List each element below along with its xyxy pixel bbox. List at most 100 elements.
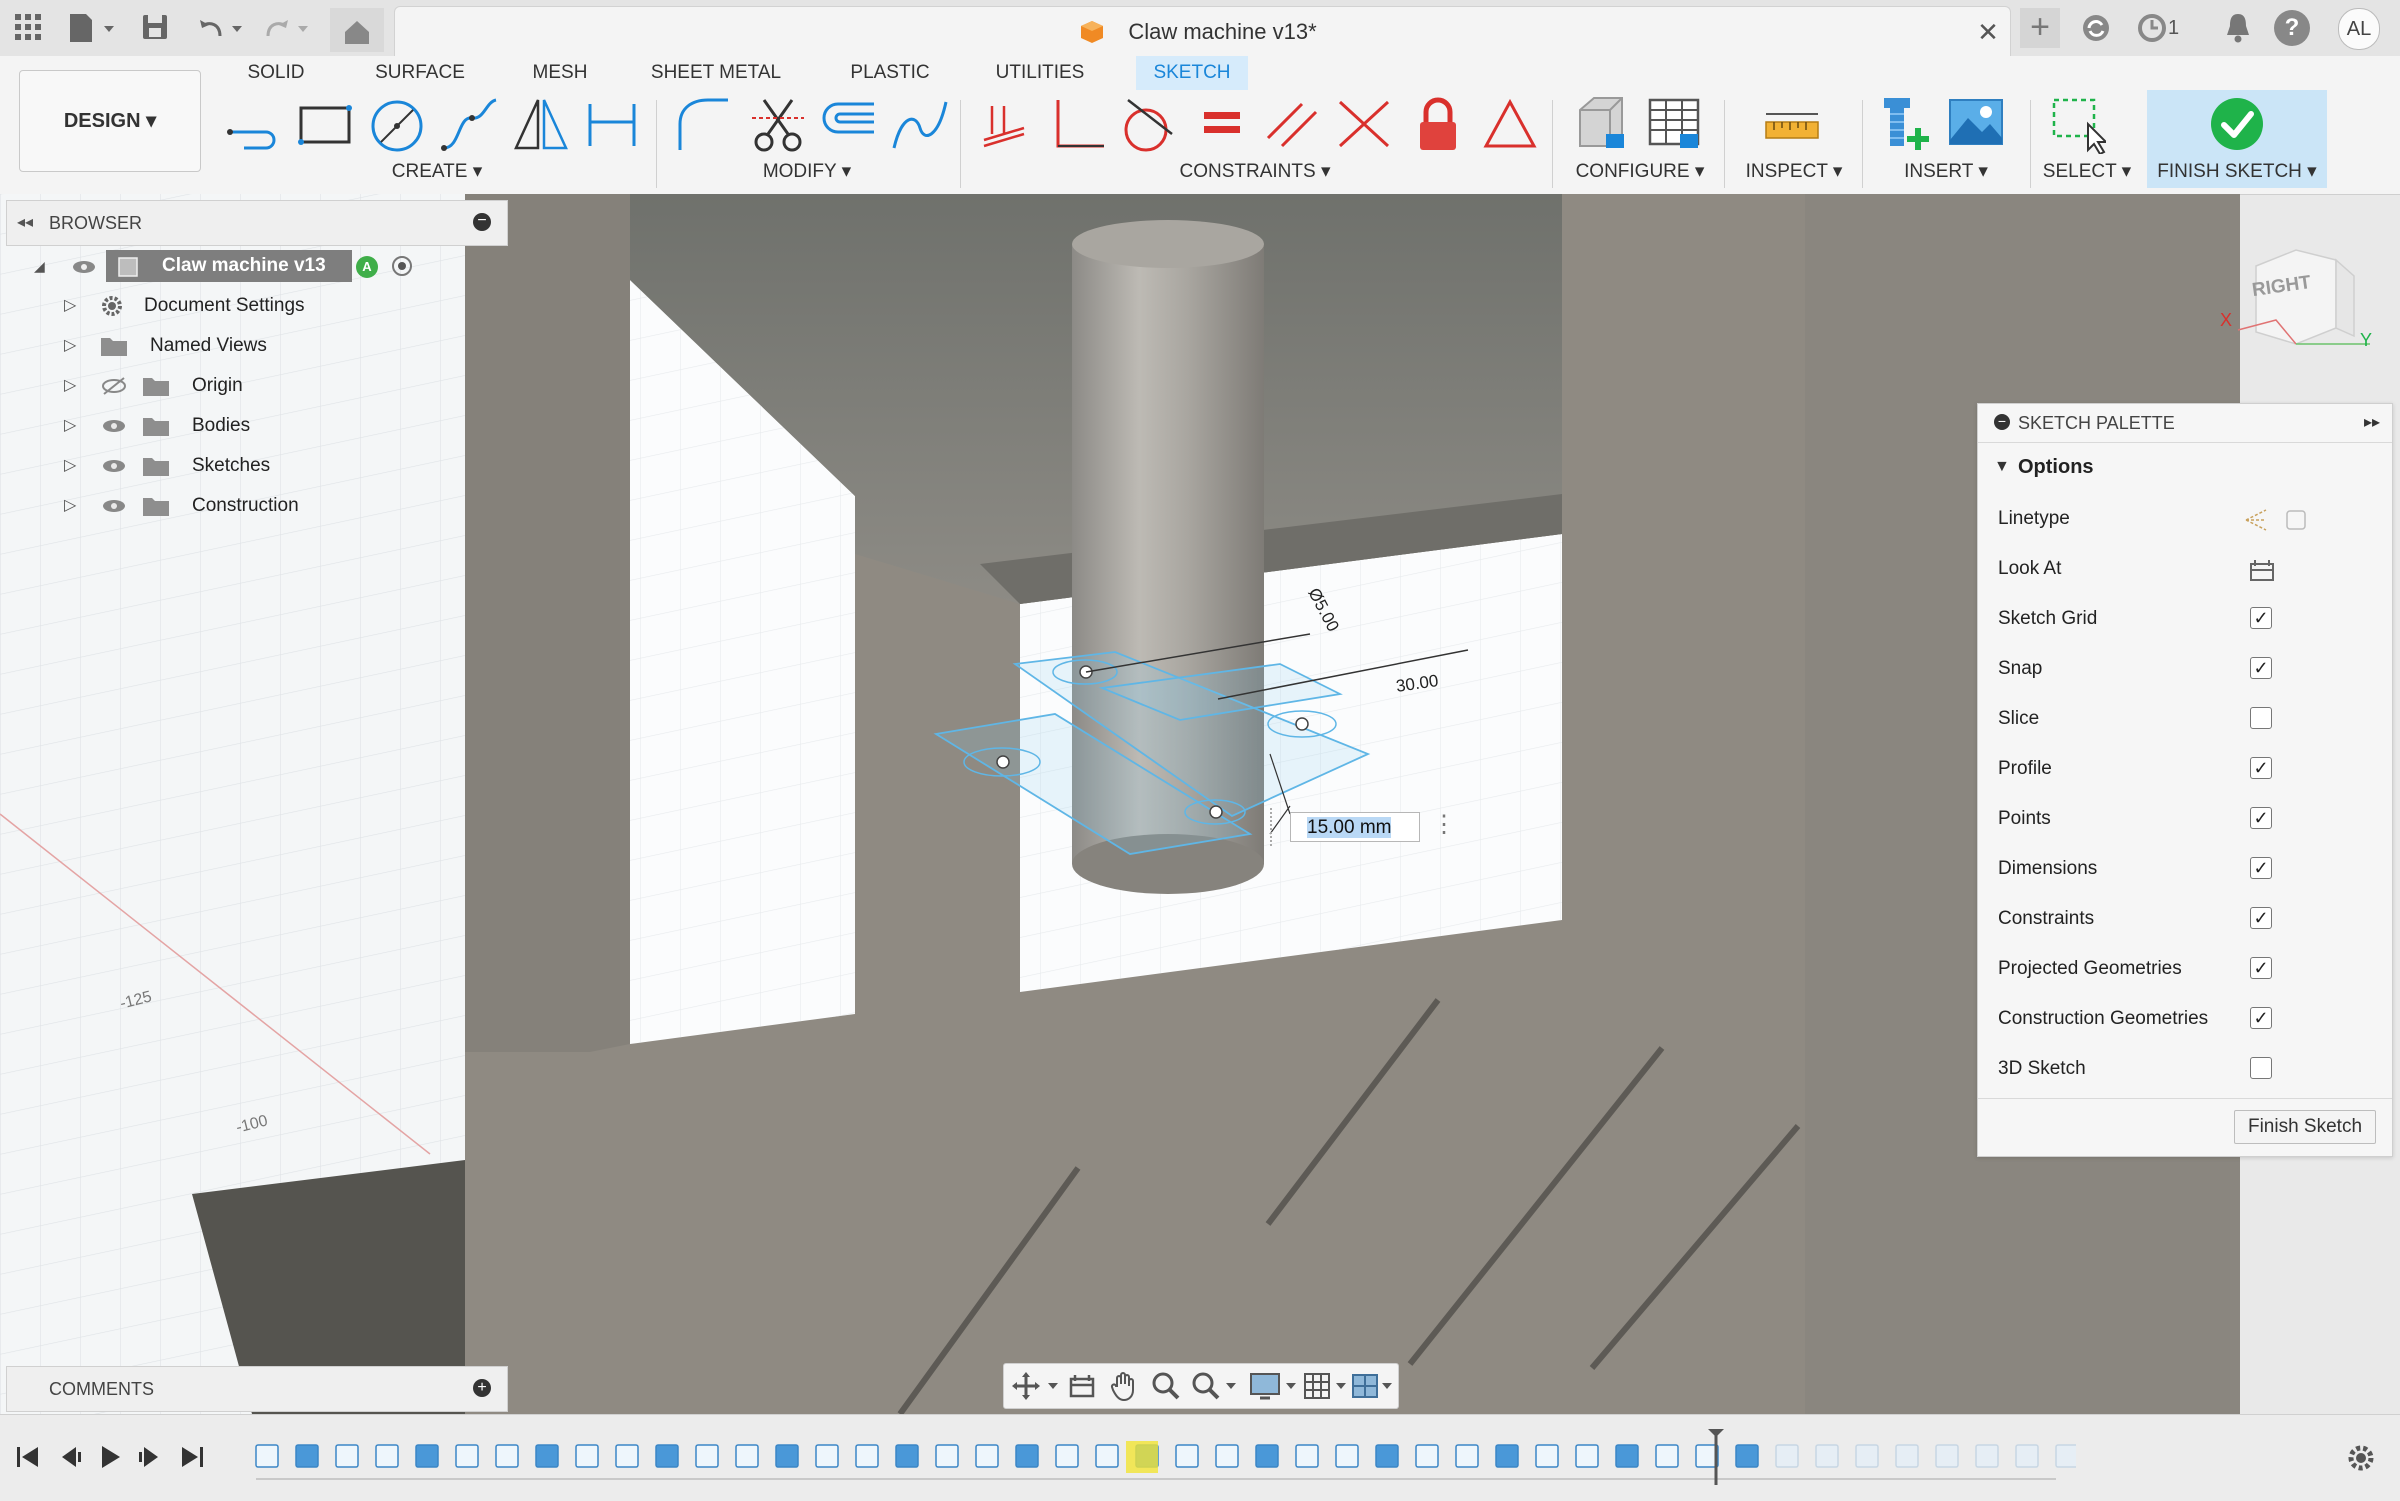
- user-avatar[interactable]: AL: [2338, 8, 2380, 50]
- circle-tool-icon[interactable]: [367, 94, 427, 154]
- tree-item-named-views[interactable]: ▷ Named Views: [0, 326, 500, 366]
- slice-checkbox[interactable]: [2250, 707, 2272, 729]
- pan-icon[interactable]: [1108, 1370, 1140, 1402]
- play-icon[interactable]: [96, 1443, 124, 1471]
- timeline-feature-icon[interactable]: [1815, 1444, 1839, 1468]
- timeline-feature-icon[interactable]: [1015, 1444, 1039, 1468]
- timeline-feature-icon[interactable]: [935, 1444, 959, 1468]
- timeline-feature-icon[interactable]: [575, 1444, 599, 1468]
- timeline-feature-icon[interactable]: [495, 1444, 519, 1468]
- tab-sketch[interactable]: SKETCH: [1136, 56, 1248, 90]
- construction-linetype-icon[interactable]: [2242, 506, 2270, 534]
- activate-radio-icon[interactable]: [392, 256, 412, 276]
- tab-mesh[interactable]: MESH: [520, 56, 600, 90]
- palette-expand-icon[interactable]: ▸▸: [2364, 404, 2380, 442]
- projected-geometries-checkbox[interactable]: ✓: [2250, 957, 2272, 979]
- timeline-feature-icon[interactable]: [615, 1444, 639, 1468]
- timeline-feature-icon[interactable]: [1335, 1444, 1359, 1468]
- orbit-icon[interactable]: [1010, 1370, 1060, 1402]
- mirror-tool-icon[interactable]: [510, 94, 570, 154]
- timeline-feature-icon[interactable]: [1375, 1444, 1399, 1468]
- timeline-feature-icon[interactable]: [1295, 1444, 1319, 1468]
- redo-icon[interactable]: [262, 12, 314, 44]
- timeline-feature-icon[interactable]: [1975, 1444, 1999, 1468]
- timeline-feature-icon[interactable]: [655, 1444, 679, 1468]
- timeline-feature-icon[interactable]: [415, 1444, 439, 1468]
- document-tab[interactable]: Claw machine v13* ✕: [394, 6, 2011, 57]
- timeline-feature-icon[interactable]: [1095, 1444, 1119, 1468]
- view-cube[interactable]: RIGHT X Y: [2220, 236, 2376, 356]
- select-window-icon[interactable]: [2046, 94, 2109, 156]
- home-icon[interactable]: [330, 8, 384, 52]
- insert-canvas-icon[interactable]: [1946, 94, 2006, 154]
- grid-settings-icon[interactable]: [1302, 1370, 1350, 1402]
- look-at-icon[interactable]: [2248, 556, 2276, 584]
- coincident-constraint-icon[interactable]: [978, 94, 1038, 154]
- input-options-icon[interactable]: ⋮: [1432, 812, 1456, 842]
- dimension-input[interactable]: 15.00 mm: [1290, 812, 1420, 842]
- timeline-feature-icon[interactable]: [2055, 1444, 2076, 1468]
- timeline-feature-icon[interactable]: [1055, 1444, 1079, 1468]
- timeline-feature-icon[interactable]: [1735, 1444, 1759, 1468]
- timeline-feature-icon[interactable]: [815, 1444, 839, 1468]
- root-label[interactable]: Claw machine v13: [162, 246, 326, 286]
- finish-sketch-button[interactable]: FINISH SKETCH ▾: [2147, 90, 2327, 188]
- timeline-feature-icon[interactable]: [735, 1444, 759, 1468]
- viewports-icon[interactable]: [1350, 1370, 1396, 1402]
- timeline-feature-icon[interactable]: [375, 1444, 399, 1468]
- tab-sheet-metal[interactable]: SHEET METAL: [648, 56, 784, 90]
- constraints-checkbox[interactable]: ✓: [2250, 907, 2272, 929]
- spline-tool-icon[interactable]: [440, 94, 500, 154]
- save-icon[interactable]: [140, 12, 170, 44]
- snap-checkbox[interactable]: ✓: [2250, 657, 2272, 679]
- timeline-feature-icon[interactable]: [1615, 1444, 1639, 1468]
- perpendicular-constraint-icon[interactable]: [1048, 94, 1108, 154]
- fix-constraint-icon[interactable]: [1408, 94, 1468, 154]
- timeline-feature-icon[interactable]: [895, 1444, 919, 1468]
- insert-mcmaster-icon[interactable]: [1876, 94, 1936, 154]
- timeline-feature-icon[interactable]: [2015, 1444, 2039, 1468]
- timeline-feature-icon[interactable]: [1775, 1444, 1799, 1468]
- dimension-tool-icon[interactable]: [582, 94, 642, 154]
- timeline-feature-icon[interactable]: [255, 1444, 279, 1468]
- create-menu[interactable]: CREATE ▾: [372, 158, 502, 186]
- browser-pin-icon[interactable]: −: [473, 213, 491, 231]
- tab-solid[interactable]: SOLID: [236, 56, 316, 90]
- tree-root[interactable]: ◢ Claw machine v13 A: [0, 246, 500, 286]
- expand-right-icon[interactable]: ▷: [64, 366, 76, 406]
- comments-panel[interactable]: COMMENTS +: [6, 1366, 508, 1412]
- timeline-feature-icon[interactable]: [1215, 1444, 1239, 1468]
- look-at-icon[interactable]: [1066, 1370, 1098, 1402]
- undo-icon[interactable]: [196, 12, 248, 44]
- line-tool-icon[interactable]: [222, 94, 282, 154]
- timeline-feature-icon[interactable]: [695, 1444, 719, 1468]
- centerline-linetype-icon[interactable]: [2282, 506, 2310, 534]
- sketch-grid-checkbox[interactable]: ✓: [2250, 607, 2272, 629]
- expand-down-icon[interactable]: ◢: [34, 246, 45, 286]
- expand-right-icon[interactable]: ▷: [64, 326, 76, 366]
- finish-sketch-palette-button[interactable]: Finish Sketch: [2234, 1110, 2376, 1144]
- timeline-feature-icon[interactable]: [335, 1444, 359, 1468]
- configure-table-icon[interactable]: [1644, 94, 1704, 154]
- configure-menu[interactable]: CONFIGURE ▾: [1570, 158, 1710, 186]
- expand-right-icon[interactable]: ▷: [64, 286, 76, 326]
- go-to-start-icon[interactable]: [14, 1443, 42, 1471]
- timeline-feature-icon[interactable]: [1655, 1444, 1679, 1468]
- zoom-window-icon[interactable]: [1190, 1370, 1240, 1402]
- inspect-menu[interactable]: INSPECT ▾: [1738, 158, 1850, 186]
- tab-plastic[interactable]: PLASTIC: [840, 56, 940, 90]
- insert-menu[interactable]: INSERT ▾: [1886, 158, 2006, 186]
- modify-menu[interactable]: MODIFY ▾: [742, 158, 872, 186]
- help-icon[interactable]: ?: [2274, 10, 2310, 46]
- tab-surface[interactable]: SURFACE: [370, 56, 470, 90]
- offset-tool-icon[interactable]: [818, 94, 878, 154]
- equal-constraint-icon[interactable]: [1192, 94, 1252, 154]
- expand-right-icon[interactable]: ▷: [64, 406, 76, 446]
- expand-right-icon[interactable]: ▷: [64, 486, 76, 526]
- curve-tool-icon[interactable]: [890, 94, 950, 154]
- timeline-feature-icon[interactable]: [1255, 1444, 1279, 1468]
- notifications-icon[interactable]: [2222, 10, 2254, 46]
- tree-item-sketches[interactable]: ▷ Sketches: [0, 446, 500, 486]
- timeline-features[interactable]: [236, 1425, 2076, 1495]
- step-forward-icon[interactable]: [136, 1443, 164, 1471]
